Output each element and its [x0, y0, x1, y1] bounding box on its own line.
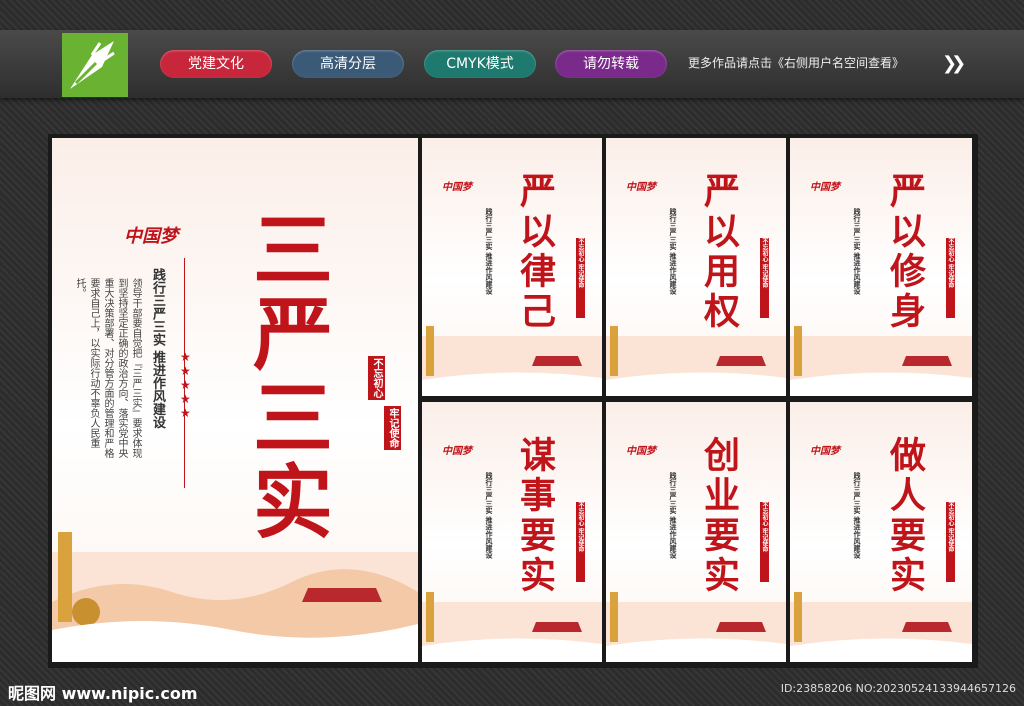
- panel-3: 中国梦 严以修身 践行三严三实 推进作风建设 不忘初心 牢记使命: [790, 138, 972, 396]
- slogan-left: 不忘初心: [368, 356, 385, 400]
- panel-4: 中国梦 谋事要实 践行三严三实 推进作风建设 不忘初心 牢记使命: [422, 402, 602, 662]
- main-subtitle: 践行三严三实 推进作风建设: [150, 268, 165, 429]
- panel-subtitle: 践行三严三实 推进作风建设: [485, 472, 494, 559]
- main-body-text: 领导干部要自觉把『三严三实』要求体现到坚持坚定正确的政治方向、落实党中央重大决策…: [74, 278, 141, 458]
- main-title: 三严三实: [240, 208, 334, 544]
- panel-title: 严以律己: [514, 172, 556, 332]
- main-poster: 中国梦 三严三实 践行三严三实 推进作风建设 领导干部要自觉把『三严三实』要求体…: [52, 138, 418, 662]
- city-scene-illustration: [422, 326, 602, 396]
- more-works-link[interactable]: 更多作品请点击《右侧用户名空间查看》: [688, 54, 904, 71]
- panel-2: 中国梦 严以用权 践行三严三实 推进作风建设 不忘初心 牢记使命: [606, 138, 786, 396]
- panel-title: 做人要实: [884, 436, 926, 596]
- panel-5: 中国梦 创业要实 践行三严三实 推进作风建设 不忘初心 牢记使命: [606, 402, 786, 662]
- panel-6: 中国梦 做人要实 践行三严三实 推进作风建设 不忘初心 牢记使命: [790, 402, 972, 662]
- china-dream-logo: 中国梦: [442, 182, 472, 193]
- panel-slogan: 不忘初心 牢记使命: [576, 502, 585, 582]
- panel-slogan: 不忘初心 牢记使命: [946, 502, 955, 582]
- panel-subtitle: 践行三严三实 推进作风建设: [669, 472, 678, 559]
- tag-party-culture[interactable]: 党建文化: [160, 50, 272, 78]
- city-scene-illustration: [52, 532, 418, 662]
- panel-slogan: 不忘初心 牢记使命: [760, 238, 769, 318]
- tag-no-repost[interactable]: 请勿转载: [555, 50, 667, 78]
- panel-slogan: 不忘初心 牢记使命: [946, 238, 955, 318]
- panel-slogan: 不忘初心 牢记使命: [760, 502, 769, 582]
- china-dream-logo: 中国梦: [810, 182, 840, 193]
- tag-cmyk[interactable]: CMYK模式: [424, 50, 536, 78]
- city-scene-illustration: [606, 326, 786, 396]
- city-scene-illustration: [422, 592, 602, 662]
- china-dream-logo: 中国梦: [626, 446, 656, 457]
- panel-title: 谋事要实: [514, 436, 556, 596]
- panel-subtitle: 践行三严三实 推进作风建设: [853, 472, 862, 559]
- panel-title: 严以用权: [698, 172, 740, 332]
- tag-hd-layers[interactable]: 高清分层: [292, 50, 404, 78]
- city-scene-illustration: [790, 592, 972, 662]
- slogan-right: 牢记使命: [384, 406, 401, 450]
- china-dream-logo: 中国梦: [124, 226, 178, 247]
- china-dream-logo: 中国梦: [626, 182, 656, 193]
- forward-arrows-icon[interactable]: ❯❯: [942, 53, 966, 74]
- panel-title: 严以修身: [884, 172, 926, 332]
- city-scene-illustration: [606, 592, 786, 662]
- site-watermark: 昵图网 www.nipic.com: [8, 684, 198, 703]
- city-scene-illustration: [790, 326, 972, 396]
- image-id-text: ID:23858206 NO:20230524133944657126: [780, 682, 1016, 695]
- panel-subtitle: 践行三严三实 推进作风建设: [485, 208, 494, 295]
- stars-icon: ★ ★ ★ ★ ★: [180, 350, 191, 420]
- panel-subtitle: 践行三严三实 推进作风建设: [669, 208, 678, 295]
- china-dream-logo: 中国梦: [442, 446, 472, 457]
- china-dream-logo: 中国梦: [810, 446, 840, 457]
- pen-logo-icon: [62, 33, 128, 97]
- panel-title: 创业要实: [698, 436, 740, 596]
- panel-1: 中国梦 严以律己 践行三严三实 推进作风建设 不忘初心 牢记使命: [422, 138, 602, 396]
- panel-subtitle: 践行三严三实 推进作风建设: [853, 208, 862, 295]
- panel-slogan: 不忘初心 牢记使命: [576, 238, 585, 318]
